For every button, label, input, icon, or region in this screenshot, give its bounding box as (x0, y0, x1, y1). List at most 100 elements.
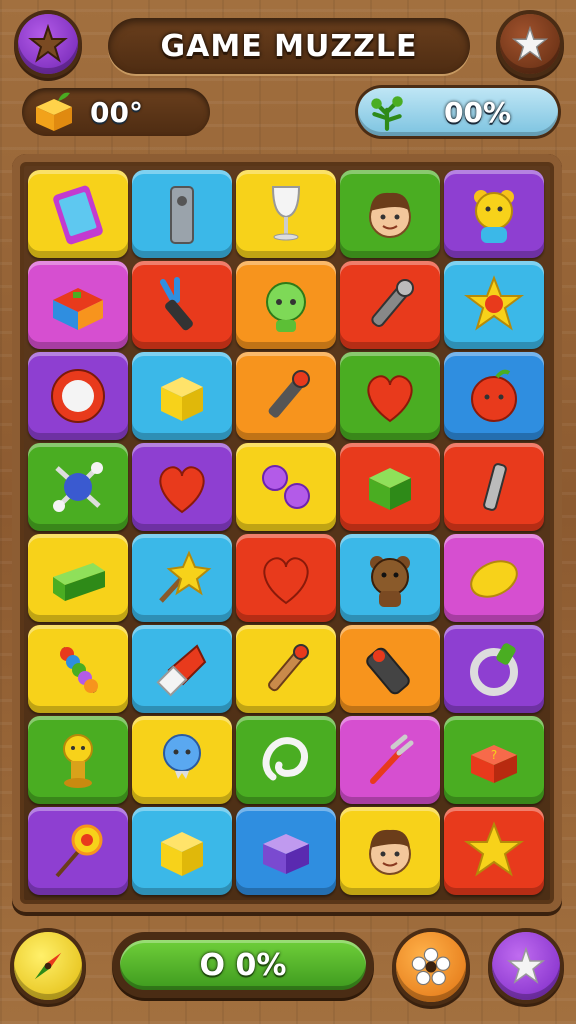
compass-icon (34, 952, 62, 980)
board-tile[interactable]: ? (444, 716, 544, 804)
green-block-icon (53, 563, 105, 601)
board-tile[interactable] (340, 534, 440, 622)
purple-block-icon (263, 834, 309, 874)
board-tile[interactable] (236, 261, 336, 349)
favorite-button[interactable] (500, 14, 560, 74)
board-tile[interactable] (28, 807, 128, 895)
board-tile[interactable] (28, 261, 128, 349)
board-tile[interactable] (132, 534, 232, 622)
red-heart-icon (263, 557, 309, 605)
red-fork-icon (370, 734, 414, 784)
microphone-icon (371, 279, 414, 327)
level-progress-bar: O 0% (112, 932, 374, 998)
question-box-icon: ? (471, 745, 517, 783)
progress-value: 00% (444, 95, 512, 129)
board-tile[interactable] (444, 261, 544, 349)
board-tile[interactable] (236, 170, 336, 258)
red-heart-icon (367, 375, 413, 423)
purple-bubbles-icon (262, 465, 310, 509)
board-tile[interactable] (236, 807, 336, 895)
board-tile[interactable] (340, 170, 440, 258)
board-tile[interactable] (236, 443, 336, 531)
boy-face-icon (369, 829, 411, 875)
gold-star-icon (464, 821, 524, 877)
board-tile[interactable] (444, 443, 544, 531)
board-tile[interactable] (340, 625, 440, 713)
toy-box-icon (53, 288, 103, 330)
level-progress-label: O 0% (199, 947, 287, 983)
gold-block-icon (36, 92, 72, 131)
board-tile[interactable] (340, 352, 440, 440)
green-plant-icon (371, 96, 403, 131)
red-apple-face-icon (471, 369, 517, 422)
sunflower-wand-icon (55, 824, 103, 878)
yellow-cube-icon (161, 377, 203, 421)
svg-text:?: ? (491, 748, 497, 762)
star-icon (506, 946, 546, 984)
green-cube-icon (369, 468, 411, 510)
board-tile[interactable] (236, 534, 336, 622)
board-tile[interactable] (444, 352, 544, 440)
board-tile[interactable] (132, 261, 232, 349)
coins-counter: 00° (22, 88, 210, 136)
tuning-fork-icon (160, 277, 193, 331)
wine-glass-icon (271, 186, 301, 241)
white-loop-icon (262, 737, 308, 781)
menu-button[interactable] (18, 14, 78, 74)
progress-counter: 00% (358, 88, 558, 136)
star-icon (511, 25, 549, 62)
silver-ring-icon (470, 643, 518, 696)
board-tile[interactable] (132, 807, 232, 895)
board-tile[interactable] (132, 716, 232, 804)
board-tile[interactable] (28, 170, 128, 258)
board-tile[interactable] (444, 534, 544, 622)
torch-icon (268, 644, 309, 692)
molecule-icon (53, 462, 103, 512)
board-tile[interactable] (340, 807, 440, 895)
brown-bear-icon (370, 556, 410, 607)
green-alien-icon (266, 282, 306, 332)
board-tile[interactable] (444, 807, 544, 895)
board-tile[interactable] (340, 261, 440, 349)
boy-face-icon (369, 192, 411, 238)
red-star-icon (464, 275, 524, 331)
star-button[interactable] (492, 932, 560, 1000)
yellow-bear-icon (474, 190, 514, 243)
blue-balloon-icon (163, 734, 201, 779)
board-tile[interactable] (28, 443, 128, 531)
compass-button[interactable] (14, 932, 82, 1000)
board-tile[interactable] (340, 716, 440, 804)
board-tile[interactable] (236, 352, 336, 440)
battery-icon (366, 647, 410, 695)
board-tile[interactable] (340, 443, 440, 531)
board-tile[interactable] (236, 625, 336, 713)
game-title: GAME MUZZLE (160, 28, 418, 64)
board-tile[interactable] (444, 170, 544, 258)
board-tile[interactable] (132, 352, 232, 440)
settings-button[interactable] (396, 932, 466, 1002)
board-tile[interactable] (236, 716, 336, 804)
bolt-icon (483, 463, 507, 511)
abacus-stack-icon (60, 646, 98, 694)
yellow-cube-icon (161, 832, 203, 876)
red-ring-button-icon (51, 369, 105, 423)
rocket-icon (156, 644, 207, 697)
board-tile[interactable] (28, 625, 128, 713)
yellow-pawn-icon (63, 734, 93, 788)
title-plate: GAME MUZZLE (108, 18, 470, 74)
tile-grid: ? (28, 170, 544, 895)
board-tile[interactable] (28, 534, 128, 622)
board-tile[interactable] (28, 352, 128, 440)
board-tile[interactable] (28, 716, 128, 804)
flask-bottle-icon (170, 186, 194, 244)
board-tile[interactable] (132, 443, 232, 531)
smartphone-icon (53, 185, 103, 245)
flower-gear-icon (411, 947, 451, 986)
board-tile[interactable] (444, 625, 544, 713)
star-wand-icon (159, 550, 212, 603)
star-badge-icon (28, 24, 68, 63)
board-tile[interactable] (132, 625, 232, 713)
level-progress-fill: O 0% (120, 940, 366, 990)
coins-value: 00° (90, 95, 143, 129)
board-tile[interactable] (132, 170, 232, 258)
